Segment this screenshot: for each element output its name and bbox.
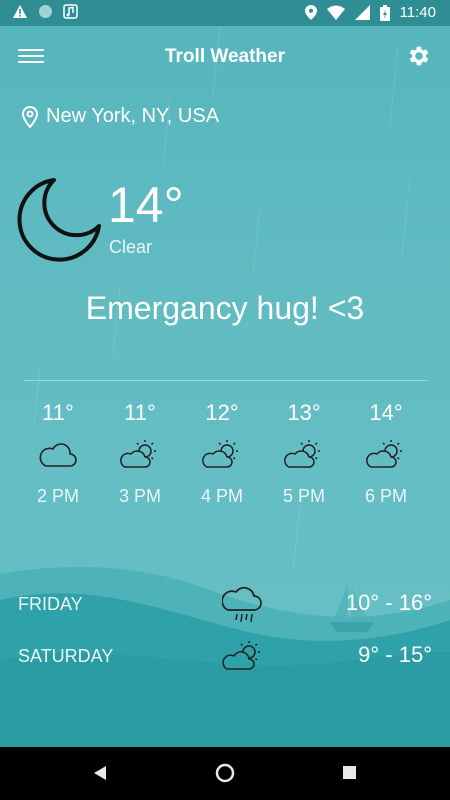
partly-cloudy-icon — [366, 440, 402, 468]
warning-icon — [13, 5, 27, 18]
location-pin-icon — [22, 105, 38, 128]
daily-row-friday[interactable]: FRIDAY 10° - 16° — [0, 580, 450, 630]
hourly-temp: 13° — [287, 400, 321, 425]
daily-range: 9° - 15° — [358, 642, 432, 667]
hourly-item: 11° 2 PM — [17, 400, 99, 507]
hourly-time: 3 PM — [118, 486, 161, 506]
partly-cloudy-icon — [222, 641, 260, 670]
status-bar: 11:40 — [0, 0, 450, 26]
hourly-forecast: 11° 2 PM 11° 3 PM 12° 4 PM 13° 5 PM 14° … — [17, 400, 427, 507]
location-row[interactable]: New York, NY, USA — [22, 105, 219, 128]
navigation-bar — [0, 747, 450, 800]
back-icon[interactable] — [93, 765, 107, 781]
location-status-icon — [304, 5, 317, 20]
music-icon — [63, 4, 78, 19]
settings-gear-icon[interactable] — [406, 43, 432, 69]
hourly-item: 14° 6 PM — [345, 400, 427, 507]
sync-icon — [39, 5, 52, 18]
partly-cloudy-icon — [120, 440, 156, 468]
daily-day: SATURDAY — [18, 646, 114, 666]
hourly-time: 6 PM — [364, 486, 407, 506]
hourly-item: 12° 4 PM — [181, 400, 263, 507]
toolbar: Troll Weather — [0, 26, 450, 88]
partly-cloudy-icon — [202, 440, 238, 468]
current-temperature: 14° — [108, 177, 184, 233]
weather-message: Emergancy hug! <3 — [85, 290, 365, 326]
hourly-time: 4 PM — [200, 486, 243, 506]
hourly-temp: 12° — [205, 400, 239, 425]
recent-apps-icon[interactable] — [343, 766, 356, 779]
hourly-item: 13° 5 PM — [263, 400, 345, 507]
current-condition: Clear — [109, 237, 153, 257]
partly-cloudy-icon — [284, 440, 320, 468]
daily-row-saturday[interactable]: SATURDAY 9° - 15° — [0, 632, 450, 682]
hourly-temp: 11° — [124, 400, 156, 425]
daily-day: FRIDAY — [18, 594, 83, 614]
rain-cloud-icon — [222, 586, 262, 623]
hourly-item: 11° 3 PM — [99, 400, 181, 507]
hourly-time: 2 PM — [36, 486, 79, 506]
hourly-temp: 14° — [369, 400, 403, 425]
divider — [24, 380, 428, 381]
wifi-icon — [326, 5, 345, 20]
hourly-time: 5 PM — [282, 486, 325, 506]
signal-icon — [354, 5, 370, 20]
daily-range: 10° - 16° — [345, 590, 432, 615]
home-icon[interactable] — [215, 763, 235, 783]
weather-app: 11:40 Troll Weather New York, NY, USA 14… — [0, 0, 450, 747]
hourly-temp: 11° — [42, 400, 74, 425]
location-name: New York, NY, USA — [46, 105, 220, 127]
app-title: Troll Weather — [164, 46, 285, 67]
status-time: 11:40 — [399, 4, 436, 21]
cloud-icon — [39, 443, 77, 467]
battery-icon — [379, 4, 390, 21]
moon-icon — [17, 178, 101, 262]
